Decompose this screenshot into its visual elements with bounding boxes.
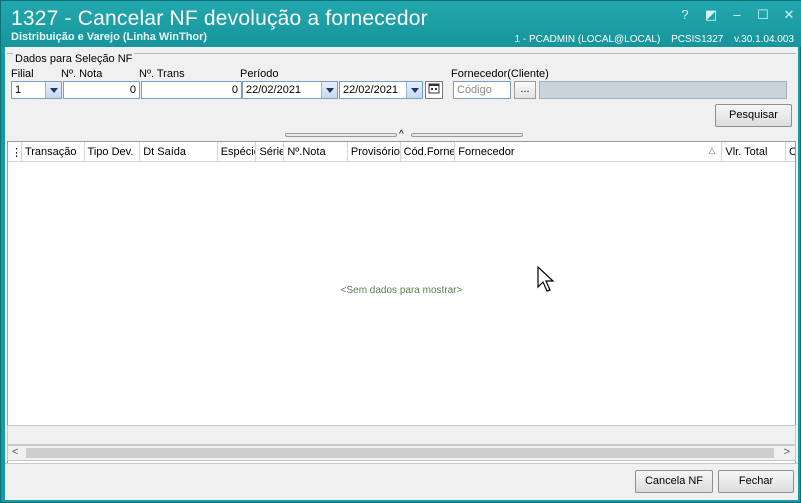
version-info: v.30.1.04.003 — [734, 34, 794, 45]
fornecedor-label: Fornecedor(Cliente) — [451, 68, 549, 80]
fornecedor-code-placeholder: Código — [457, 84, 492, 96]
chevron-down-icon[interactable] — [321, 82, 337, 98]
chevron-down-icon[interactable] — [45, 82, 61, 98]
trans-input[interactable]: 0 — [141, 81, 242, 99]
col-especie[interactable]: Espécie — [218, 142, 257, 162]
window-subtitle: Distribuição e Varejo (Linha WinThor) — [11, 31, 208, 43]
fornecedor-name-field — [539, 81, 787, 99]
window-controls: ? ◩ – ☐ ✕ — [678, 7, 796, 23]
calendar-icon-glyph — [428, 83, 440, 94]
sort-asc-icon: △ — [708, 145, 716, 155]
splitter-left-grip — [285, 133, 397, 137]
col-vlr-total[interactable]: Vlr. Total — [722, 142, 786, 162]
calendar-icon[interactable] — [425, 81, 443, 99]
help-icon[interactable]: ? — [678, 7, 692, 23]
system-info: 1 - PCADMIN (LOCAL@LOCAL) PCSIS1327 v.30… — [507, 34, 794, 45]
col-dt-saida[interactable]: Dt Saída — [140, 142, 218, 162]
scroll-right-icon[interactable]: > — [784, 446, 790, 458]
col-serie[interactable]: Série — [256, 142, 285, 162]
app-window: 1327 - Cancelar NF devolução a fornecedo… — [0, 0, 801, 503]
fornecedor-code-input[interactable]: Código — [453, 81, 511, 99]
chevron-up-icon[interactable]: ^ — [399, 129, 404, 140]
grid-header: ⋮ Transação Tipo Dev. Dt Saída Espécie S… — [8, 142, 795, 162]
chevron-down-icon[interactable] — [406, 82, 422, 98]
col-cod-forne[interactable]: Cód.Forne — [401, 142, 456, 162]
scrollbar-thumb[interactable] — [26, 448, 774, 458]
scroll-left-icon[interactable]: < — [12, 446, 18, 458]
column-chooser-icon[interactable]: ⋮ — [8, 142, 22, 162]
col-nota[interactable]: Nº.Nota — [284, 142, 348, 162]
col-fornecedor-label: Fornecedor — [458, 146, 515, 158]
routine-info: PCSIS1327 — [671, 34, 724, 45]
periodo-end-value: 22/02/2021 — [343, 84, 399, 96]
title-bar: 1327 - Cancelar NF devolução a fornecedo… — [1, 1, 801, 47]
nota-label: Nº. Nota — [61, 68, 103, 80]
client-area: Dados para Seleção NF Filial 1 Nº. Nota … — [5, 47, 798, 500]
col-fornecedor[interactable]: Fornecedor △ — [455, 142, 723, 162]
minimize-icon[interactable]: – — [730, 7, 744, 23]
filial-select[interactable]: 1 — [11, 81, 62, 99]
grid-footer — [7, 425, 796, 445]
filter-group: Dados para Seleção NF Filial 1 Nº. Nota … — [7, 53, 796, 133]
splitter-right-grip — [411, 133, 523, 137]
col-provisorio[interactable]: Provisório — [348, 142, 401, 162]
filial-label: Filial — [11, 68, 34, 80]
filter-group-label: Dados para Seleção NF — [13, 53, 135, 65]
grid-empty-message: <Sem dados para mostrar> — [340, 285, 463, 296]
cancela-nf-button[interactable]: Cancela NF — [635, 470, 713, 493]
col-extra[interactable]: C — [786, 142, 795, 162]
nota-input[interactable]: 0 — [63, 81, 140, 99]
filial-value: 1 — [15, 84, 22, 96]
results-grid[interactable]: ⋮ Transação Tipo Dev. Dt Saída Espécie S… — [7, 141, 796, 466]
col-transacao[interactable]: Transação — [22, 142, 85, 162]
close-icon[interactable]: ✕ — [782, 7, 796, 23]
fornecedor-lookup-button[interactable]: ... — [514, 81, 536, 99]
trans-label: Nº. Trans — [139, 68, 185, 80]
periodo-start-input[interactable]: 22/02/2021 — [242, 81, 338, 99]
window-title: 1327 - Cancelar NF devolução a fornecedo… — [11, 7, 428, 30]
pesquisar-button[interactable]: Pesquisar — [715, 104, 792, 127]
panel-splitter[interactable]: ^ — [285, 129, 525, 140]
mouse-cursor-icon — [537, 266, 555, 292]
periodo-end-input[interactable]: 22/02/2021 — [339, 81, 423, 99]
periodo-label: Período — [240, 68, 279, 80]
horizontal-scrollbar[interactable]: < > — [7, 445, 796, 461]
restore-icon[interactable]: ◩ — [704, 7, 718, 23]
col-tipo-dev[interactable]: Tipo Dev. — [85, 142, 141, 162]
periodo-start-value: 22/02/2021 — [246, 84, 302, 96]
fechar-button[interactable]: Fechar — [718, 470, 794, 493]
user-info: 1 - PCADMIN (LOCAL@LOCAL) — [514, 34, 661, 45]
action-bar: Cancela NF Fechar — [5, 463, 798, 500]
maximize-icon[interactable]: ☐ — [756, 7, 770, 23]
